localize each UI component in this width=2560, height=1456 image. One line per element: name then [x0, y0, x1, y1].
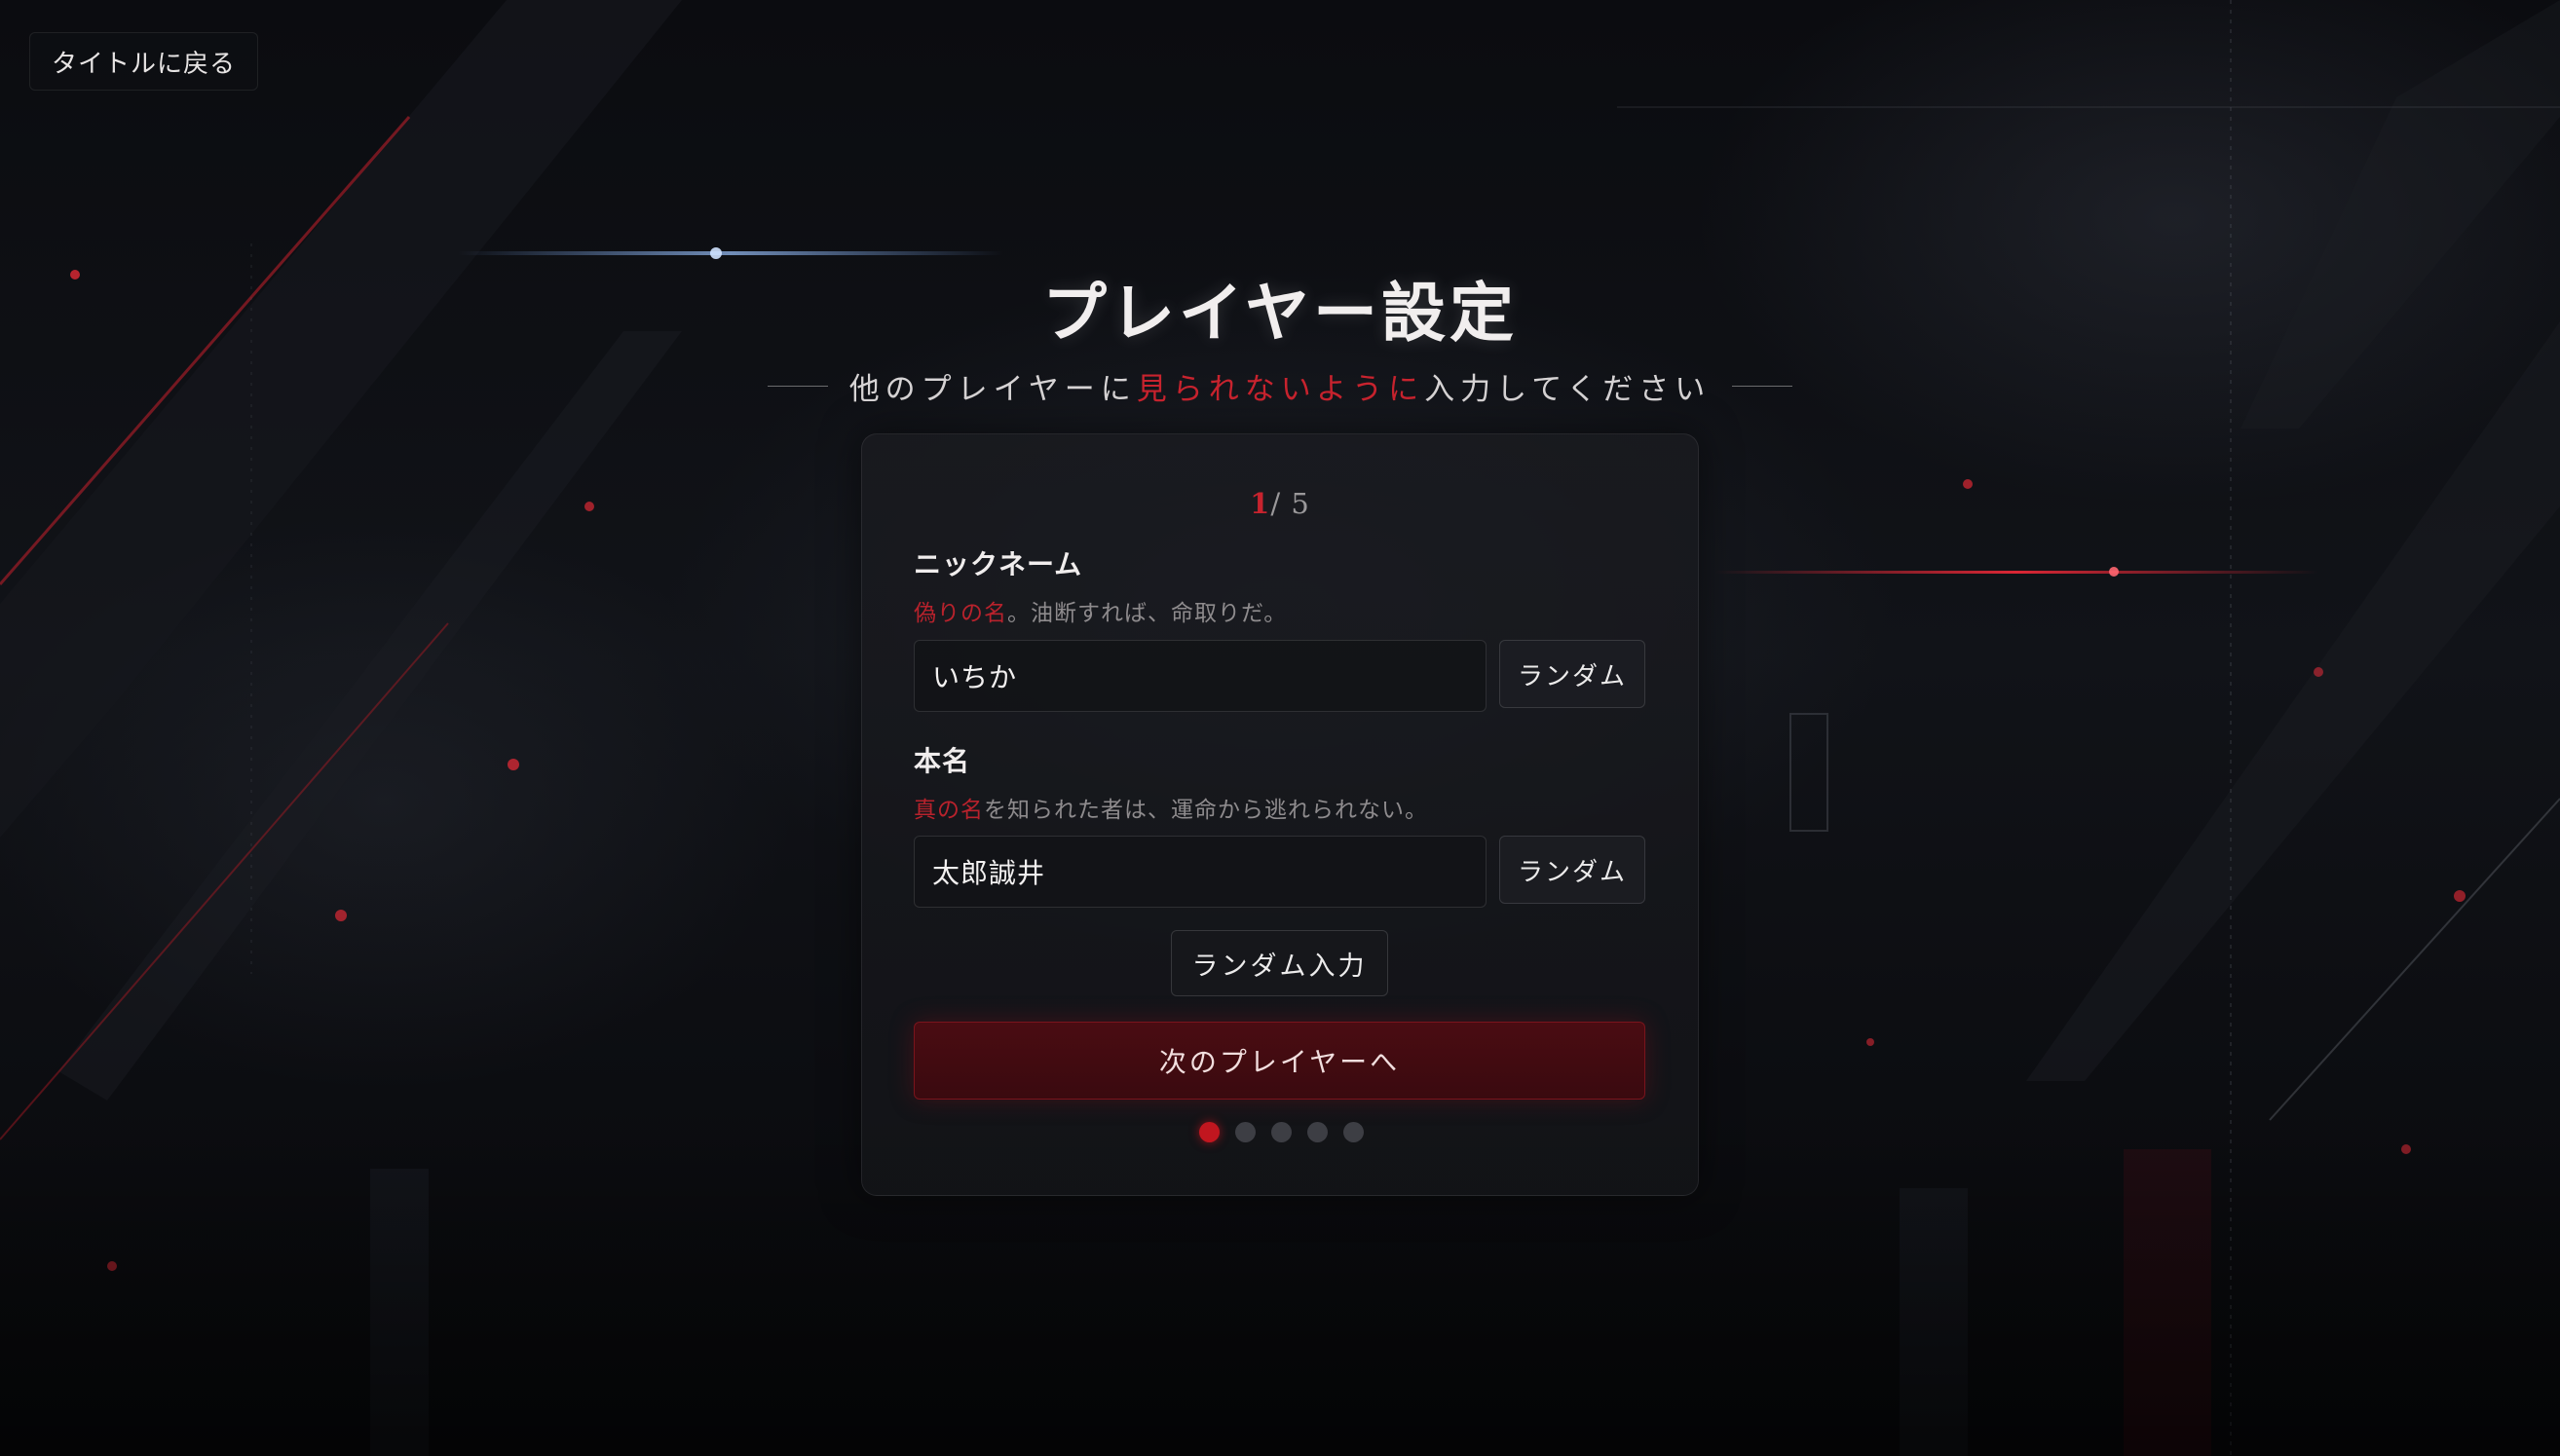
random-input-button[interactable]: ランダム入力 — [1171, 930, 1388, 996]
player-setup-screen: タイトルに戻る プレイヤー設定 他のプレイヤーに見られないように入力してください… — [0, 0, 2560, 1456]
realname-label: 本名 — [914, 745, 971, 777]
nickname-hint-accent: 偽りの名 — [914, 601, 1007, 626]
subtitle-after: 入力してください — [1424, 372, 1712, 407]
subtitle-right-divider — [1732, 386, 1793, 387]
back-to-title-button[interactable]: タイトルに戻る — [29, 32, 259, 91]
nickname-random-button[interactable]: ランダム — [1499, 640, 1645, 708]
step-dot-5 — [1342, 1122, 1364, 1142]
nickname-hint: 偽りの名。油断すれば、命取りだ。 — [914, 594, 1287, 627]
realname-hint-accent: 真の名 — [914, 798, 984, 823]
subtitle-before: 他のプレイヤーに — [848, 372, 1137, 407]
realname-hint-text: を知られた者は、運命から逃れられない。 — [984, 798, 1428, 823]
subtitle-highlight: 見られないように — [1136, 372, 1425, 407]
step-dot-3 — [1270, 1122, 1292, 1142]
nickname-label: ニックネーム — [914, 548, 1083, 580]
progress-current: 1 — [1250, 487, 1271, 520]
nickname-hint-text: 。油断すれば、命取りだ。 — [1007, 601, 1288, 626]
realname-hint: 真の名を知られた者は、運命から逃れられない。 — [914, 791, 1428, 824]
next-player-button[interactable]: 次のプレイヤーへ — [914, 1022, 1645, 1100]
realname-input[interactable] — [914, 836, 1487, 908]
nickname-input[interactable] — [914, 640, 1487, 712]
step-dot-2 — [1234, 1122, 1256, 1142]
subtitle: 他のプレイヤーに見られないように入力してください — [0, 364, 2560, 408]
realname-random-button[interactable]: ランダム — [1499, 836, 1645, 904]
page-title: プレイヤー設定 — [1041, 275, 1519, 351]
step-indicator — [0, 1122, 2560, 1142]
progress-counter: 1/ 5 — [0, 487, 2560, 520]
subtitle-left-divider — [767, 386, 828, 387]
step-dot-4 — [1306, 1122, 1328, 1142]
progress-total: / 5 — [1270, 487, 1310, 520]
step-dot-1 — [1198, 1122, 1220, 1142]
subtitle-text: 他のプレイヤーに見られないように入力してください — [849, 364, 1712, 408]
